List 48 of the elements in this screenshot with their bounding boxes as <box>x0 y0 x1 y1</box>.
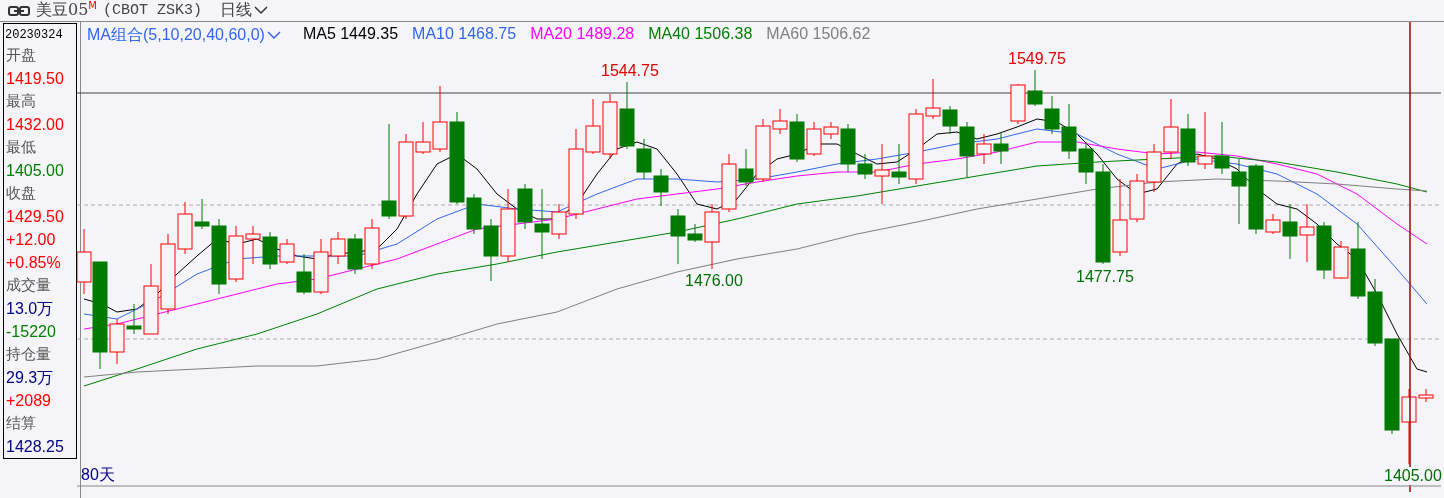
field-value: +0.85% <box>6 253 62 274</box>
indicator-value: MA5 1449.35 <box>302 25 399 45</box>
candlestick <box>1231 158 1247 225</box>
date-text: 20230324 <box>5 27 64 45</box>
field-value: +2089 <box>6 391 52 412</box>
field-label: 持仓量 <box>6 344 52 366</box>
candlestick <box>1061 103 1077 160</box>
candlestick <box>1197 111 1213 170</box>
field-label: 最高 <box>6 91 37 113</box>
field-value: +12.00 <box>6 230 57 251</box>
field-value: 13.0万 <box>6 299 55 320</box>
period-dropdown[interactable]: 日线 <box>220 0 269 22</box>
contract-code: (CBOT ZSK3) <box>103 2 203 20</box>
field-value: 1429.50 <box>6 207 65 228</box>
candlestick <box>1214 121 1230 175</box>
candlestick <box>1367 278 1383 347</box>
field-label: 结算 <box>6 413 37 435</box>
field-value: -15220 <box>6 322 57 343</box>
candlestick <box>1146 143 1162 193</box>
indicator-value: MA20 1489.28 <box>530 25 635 45</box>
field-label: 开盘 <box>6 45 37 67</box>
link-icon[interactable] <box>8 5 30 16</box>
candlestick <box>602 93 618 160</box>
period-count: 80天 <box>81 465 115 486</box>
candlestick <box>1180 113 1196 167</box>
field-value: 1405.00 <box>6 161 65 182</box>
indicator-dropdown[interactable]: MA组合(5,10,20,40,60,0) <box>87 25 281 47</box>
field-value: 1419.50 <box>6 69 65 90</box>
symbol-name: 美豆05$^{M}$ <box>36 0 97 22</box>
indicator-value: MA40 1506.38 <box>648 25 753 45</box>
field-value: 1432.00 <box>6 115 65 136</box>
indicator-value: MA60 1506.62 <box>766 25 871 45</box>
candlestick <box>1027 69 1043 107</box>
price-label: 1405.00 <box>1384 467 1442 486</box>
candlestick <box>993 131 1009 165</box>
candlestick <box>1299 203 1315 263</box>
indicator-value: MA10 1468.75 <box>412 25 517 45</box>
caret-icon <box>266 31 281 41</box>
candlestick <box>1010 83 1026 125</box>
field-label: 收盘 <box>6 183 37 205</box>
candlestick <box>347 233 363 275</box>
field-value: 1428.25 <box>6 437 65 458</box>
candlestick <box>1044 95 1060 135</box>
field-label: 最低 <box>6 137 37 159</box>
caret-icon <box>254 6 269 16</box>
field-value: 29.3万 <box>6 368 55 389</box>
field-label: 成交量 <box>6 275 52 297</box>
candlestick <box>1163 98 1179 160</box>
